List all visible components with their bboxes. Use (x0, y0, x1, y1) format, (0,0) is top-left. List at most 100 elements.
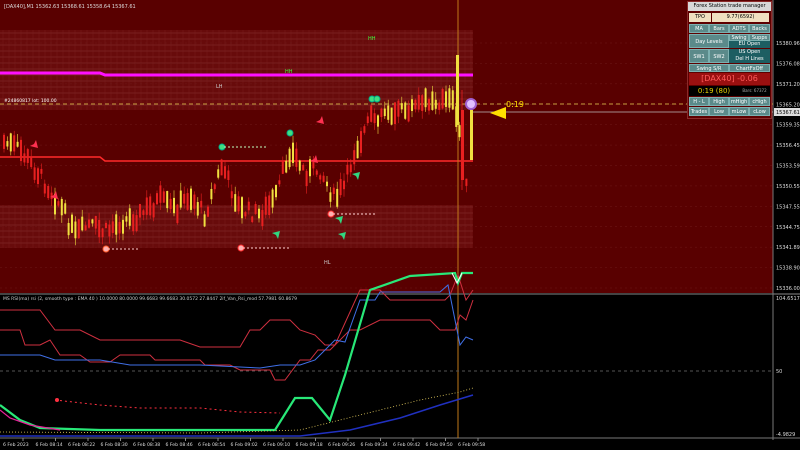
candle-body (101, 228, 104, 238)
tpo-value: 9.77(6592) (712, 13, 769, 22)
candle-body (326, 181, 328, 187)
candle-body (142, 210, 145, 215)
h-l-button[interactable]: H - L (689, 97, 709, 106)
symbol-value: [DAX40] -0.06 (689, 73, 770, 85)
high-button[interactable]: High (709, 97, 729, 106)
candle-body (394, 102, 396, 125)
candle-body (237, 196, 240, 212)
candle-body (349, 164, 352, 173)
time-tick-label: 6 Feb 09:02 (231, 442, 258, 448)
supps-button[interactable]: Supps (749, 34, 770, 41)
candle-body (145, 197, 148, 215)
chart-canvas[interactable]: HH HH LH HL [DAX40],M1 15362.63 15368.61… (0, 0, 800, 450)
candle-body (292, 142, 294, 163)
mlow-button[interactable]: mLow (729, 107, 749, 116)
order-label: #24860817 lot: 100.00 (4, 98, 57, 104)
time-tick-label: 6 Feb 08:22 (68, 442, 95, 448)
candle-body (132, 214, 135, 232)
candle-body (370, 105, 373, 122)
candle-body (200, 200, 203, 208)
candle-body (149, 196, 152, 216)
candle-body (94, 215, 97, 229)
candle-body (162, 191, 165, 203)
candle-body (111, 221, 114, 233)
candle-body (3, 134, 5, 149)
candle-body (390, 107, 393, 125)
candle-body (456, 55, 459, 125)
price-tick-label: 15376.08 (776, 61, 800, 67)
price-tick-label: 15336.00 (776, 286, 800, 292)
candle-body (373, 113, 376, 124)
candle-body (77, 219, 80, 239)
candle-body (329, 192, 332, 202)
mhigh-button[interactable]: mHigh (729, 97, 749, 106)
candle-body (288, 148, 291, 168)
price-tick-label: 15356.45 (776, 143, 800, 149)
candle-body (179, 190, 182, 208)
zone-label-bottom: HL (324, 260, 331, 266)
candle-body (186, 193, 189, 210)
candle-body (302, 164, 305, 171)
low-button[interactable]: Low (709, 107, 729, 116)
candle-body (319, 175, 322, 180)
candle-body (203, 214, 206, 227)
del-h-lines-button[interactable]: Del H Lines (729, 56, 770, 63)
candle-body (91, 219, 94, 224)
candle-body (251, 216, 254, 223)
candle-body (173, 197, 175, 214)
candle-body (343, 180, 345, 190)
day-levels-button[interactable]: Day Levels (689, 34, 729, 48)
candle-body (428, 98, 430, 111)
candle-body (305, 170, 308, 187)
candle-body (98, 219, 101, 238)
candle-body (434, 99, 437, 109)
ma-button[interactable]: MA (689, 24, 709, 33)
price-tick-label: 15350.55 (776, 184, 800, 190)
price-tick-label: 15365.20 (776, 102, 800, 108)
sw2-button[interactable]: SW2 (709, 49, 729, 63)
time-tick-label: 6 Feb 08:38 (133, 442, 160, 448)
bars-button[interactable]: Bars (709, 24, 729, 33)
time-tick-label: 6 Feb 08:46 (166, 442, 193, 448)
candle-body (353, 150, 356, 165)
chart-symbol-header: [DAX40],M1 15362.63 15368.61 15358.64 15… (4, 4, 136, 10)
swing-sr-button[interactable]: Swing S/R (689, 64, 729, 72)
candle-body (74, 221, 77, 239)
candle-body (411, 99, 413, 112)
trades-button[interactable]: Trades (689, 107, 709, 116)
clow-button[interactable]: cLow (749, 107, 770, 116)
time-tick-label: 6 Feb 09:42 (393, 442, 420, 448)
chart-fx-off-button[interactable]: ChartFxOff (729, 64, 770, 72)
candle-body (220, 159, 223, 176)
candle-body (346, 164, 349, 175)
candle-body (295, 148, 298, 167)
candle-body (23, 153, 26, 163)
eu-open-button[interactable]: EU Open (729, 41, 770, 48)
indicator-panel-bg (0, 295, 773, 438)
candle-body (244, 212, 247, 217)
backs-button[interactable]: Backs (749, 24, 770, 33)
candle-body (20, 139, 22, 162)
current-price-value: 15367.61 (776, 110, 800, 116)
candle-body (169, 198, 172, 210)
price-tick-label: 15347.55 (776, 204, 800, 210)
candle-body (213, 184, 216, 190)
candle-body (118, 221, 121, 234)
candle-body (458, 125, 461, 138)
candle-body (298, 160, 301, 171)
us-open-button[interactable]: US Open (729, 49, 770, 56)
candle-body (241, 197, 243, 219)
sw1-button[interactable]: SW1 (689, 49, 709, 63)
chigh-button[interactable]: cHigh (749, 97, 770, 106)
candle-body (404, 102, 407, 119)
candle-body (190, 188, 192, 210)
candle-body (380, 108, 383, 118)
adts-button[interactable]: ADTS (729, 24, 749, 33)
candle-body (60, 198, 63, 216)
candle-body (210, 188, 213, 200)
trade-manager-panel: Forex Station trade manager TPO 9.77(659… (687, 1, 772, 119)
swing-button[interactable]: Swing (729, 34, 749, 41)
candle-body (40, 168, 43, 174)
candle-body (57, 201, 60, 206)
time-tick-label: 6 Feb 08:54 (198, 442, 225, 448)
